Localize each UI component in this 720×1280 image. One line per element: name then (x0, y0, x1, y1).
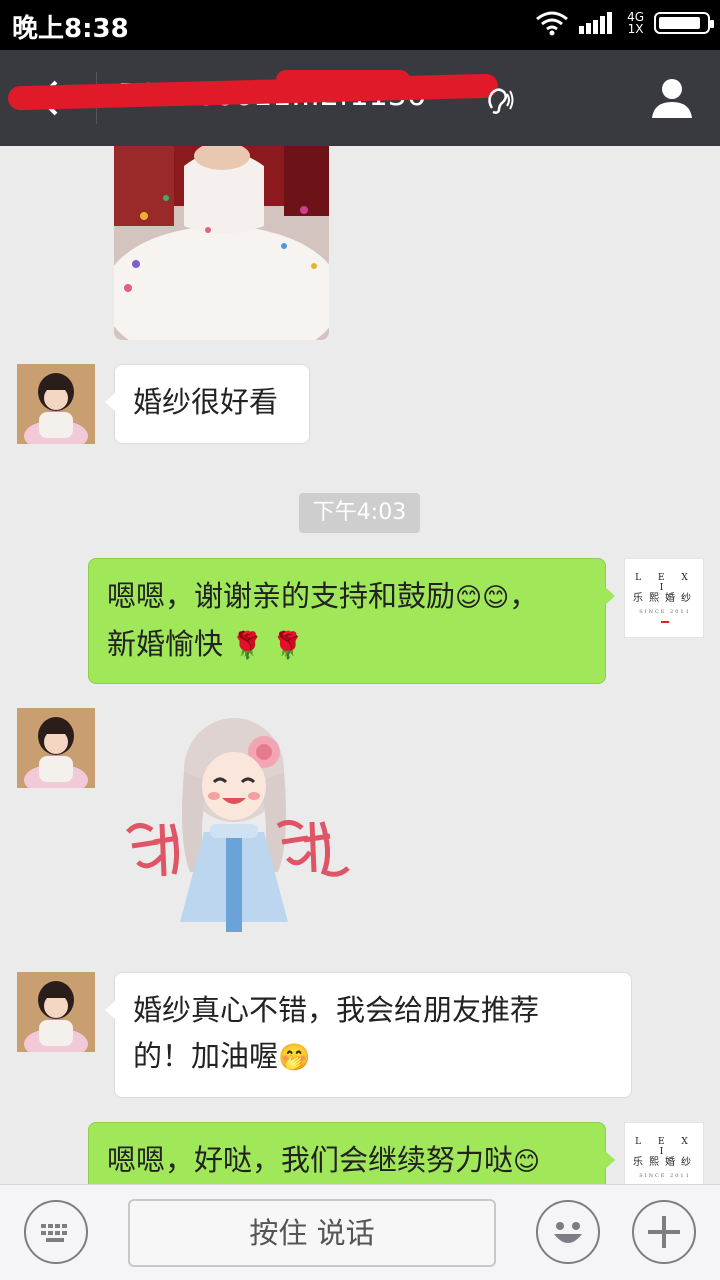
contact-avatar[interactable] (17, 708, 95, 788)
message-text-line1: 嗯嗯，好哒，我们会继续努力哒 (107, 1143, 514, 1177)
photo-image (114, 146, 329, 340)
smiling-face-icon: 😊 (513, 1147, 541, 1177)
keyboard-toggle-button[interactable] (24, 1200, 88, 1264)
sticker-image (126, 718, 350, 932)
hold-to-talk-button[interactable]: 按住 说话 (128, 1199, 496, 1267)
network-type: 4G 1X (627, 10, 644, 36)
more-options-button[interactable] (632, 1200, 696, 1264)
message-timestamp: 下午4:03 (299, 493, 420, 533)
contact-avatar[interactable] (17, 972, 95, 1052)
keyboard-icon (41, 1224, 67, 1242)
contact-avatar-image (17, 364, 95, 444)
contact-avatar-image (17, 972, 95, 1052)
logo-chinese-text: 乐熙婚纱 (633, 593, 697, 604)
logo-since-text: SINCE 2011 (639, 1173, 691, 1179)
logo-chinese-text: 乐熙婚纱 (633, 1157, 697, 1168)
received-message[interactable]: 婚纱真心不错，我会给朋友推荐 的！加油喔🤭 (105, 972, 632, 1098)
rose-icon: 🌹 🌹 (223, 631, 305, 661)
profile-icon[interactable] (650, 76, 694, 120)
chat-header: B17666611...2f1136 (0, 50, 720, 146)
smiley-icon (554, 1222, 582, 1243)
contact-avatar-image (17, 708, 95, 788)
message-text-line1-end: ， (509, 579, 539, 613)
wifi-icon (536, 11, 568, 36)
thank-you-sticker[interactable] (118, 712, 354, 942)
plus-icon (648, 1216, 680, 1248)
my-avatar-logo[interactable]: L E X I 乐熙婚纱 SINCE 2011 (624, 558, 704, 638)
logo-accent (661, 621, 669, 623)
contact-avatar[interactable] (17, 364, 95, 444)
hugging-face-icon: 🤭 (278, 1043, 311, 1073)
emoji-button[interactable] (536, 1200, 600, 1264)
sent-message[interactable]: 嗯嗯，谢谢亲的支持和鼓励😊😊， 新婚愉快 🌹 🌹 (88, 558, 615, 684)
sent-message[interactable]: 嗯嗯，好哒，我们会继续努力哒😊 (88, 1122, 615, 1184)
battery-level (659, 17, 701, 29)
message-text: 婚纱很好看 (133, 385, 279, 419)
status-bar: 晚上8:38 4G 1X (0, 0, 720, 50)
message-text-line2: 新婚愉快 (107, 627, 224, 661)
signal-icon (579, 12, 613, 34)
my-avatar-logo[interactable]: L E X I 乐熙婚纱 SINCE 2011 (624, 1122, 704, 1184)
earpiece-mode-icon (488, 88, 514, 114)
input-bar: 按住 说话 (0, 1184, 720, 1280)
redaction-mark (276, 70, 410, 90)
received-message[interactable]: 婚纱很好看 (105, 364, 310, 444)
message-text-line1: 婚纱真心不错，我会给朋友推荐 (133, 993, 540, 1027)
logo-since-text: SINCE 2011 (639, 609, 691, 615)
status-time: 晚上8:38 (12, 14, 129, 44)
smiling-face-icon: 😊😊 (455, 583, 510, 613)
wedding-dress-photo[interactable] (114, 146, 329, 340)
battery-icon (654, 12, 714, 34)
message-text-line1: 嗯嗯，谢谢亲的支持和鼓励 (107, 579, 456, 613)
message-text-line2: 的！加油喔 (133, 1039, 279, 1073)
chat-messages[interactable]: 婚纱很好看 下午4:03 嗯嗯，谢谢亲的支持和鼓励😊😊， 新婚愉快 🌹 🌹 L … (0, 146, 720, 1184)
status-icons: 4G 1X (535, 10, 714, 36)
